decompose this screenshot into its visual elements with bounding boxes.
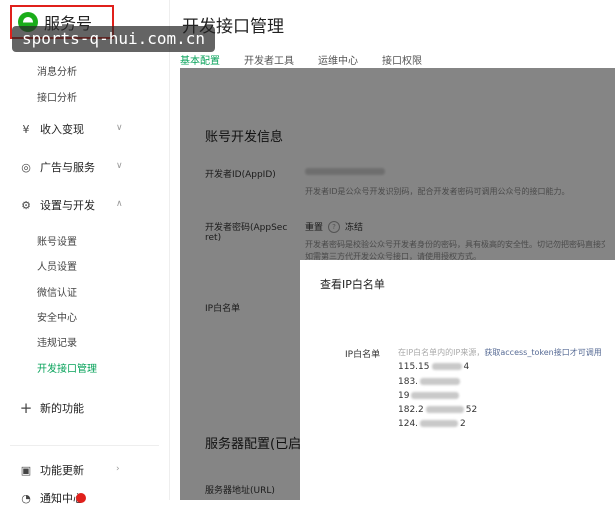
ip-list-item: 183. [398, 377, 462, 387]
sidebar-item-interface-analysis[interactable]: 接口分析 [37, 89, 77, 104]
sidebar-item-notifications[interactable]: ◔ 通知中心 [20, 490, 84, 506]
ip-visible-part: 115.15 [398, 362, 430, 372]
sidebar-group-ads-services[interactable]: ◎ 广告与服务 [20, 159, 95, 175]
sidebar-item-dev-interface-management[interactable]: 开发接口管理 [37, 360, 97, 375]
sidebar-item-violation-records[interactable]: 违规记录 [37, 334, 77, 349]
sidebar-group-label: 设置与开发 [40, 199, 95, 212]
ip-list-item: 115.15 4 [398, 362, 469, 372]
page-title: 开发接口管理 [182, 17, 284, 37]
chevron-down-icon: ∨ [116, 123, 123, 133]
gear-icon: ⚙ [21, 198, 31, 212]
notification-badge [76, 493, 86, 503]
yen-icon: ¥ [22, 122, 30, 136]
access-token-link[interactable]: 获取access_token接口才可调用 [484, 348, 601, 357]
chevron-right-icon: › [116, 464, 120, 474]
ip-visible-part: 4 [463, 362, 470, 372]
plus-icon: + [19, 399, 33, 417]
sidebar: 服务号 消息分析 接口分析 ¥ 收入变现 ∨ ◎ 广告与服务 ∨ ⚙ 设置与开发… [0, 0, 170, 505]
sidebar-group-label: 功能更新 [40, 464, 84, 477]
bell-icon: ◔ [21, 491, 31, 505]
modal-ip-label: IP白名单 [345, 350, 381, 360]
modal-desc-prefix: 在IP白名单内的IP来源， [398, 348, 485, 357]
sidebar-item-feature-update[interactable]: ▣ 功能更新 [20, 462, 84, 478]
sidebar-group-label: 收入变现 [40, 123, 84, 136]
modal-description: 在IP白名单内的IP来源，获取access_token接口才可调用 [398, 347, 602, 358]
sidebar-item-account-settings[interactable]: 账号设置 [37, 233, 77, 248]
ip-visible-part: 52 [465, 405, 478, 415]
modal-title: 查看IP白名单 [320, 278, 385, 291]
sidebar-group-label: 新的功能 [40, 402, 84, 415]
update-icon: ▣ [20, 463, 32, 477]
ip-list-item: 124. 2 [398, 419, 466, 429]
chevron-down-icon: ∨ [116, 161, 123, 171]
ip-visible-part: 183. [398, 377, 419, 387]
sidebar-item-new-feature[interactable]: + 新的功能 [19, 399, 84, 417]
ip-visible-part: 19 [398, 391, 410, 401]
ip-list-item: 182.2 52 [398, 405, 477, 415]
sidebar-item-message-analysis[interactable]: 消息分析 [37, 63, 77, 78]
ip-whitelist-modal: 查看IP白名单 IP白名单 在IP白名单内的IP来源，获取access_toke… [300, 260, 615, 500]
chevron-up-icon: ∧ [116, 199, 123, 209]
sidebar-item-staff-settings[interactable]: 人员设置 [37, 258, 77, 273]
ip-visible-part: 124. [398, 419, 419, 429]
sidebar-item-wechat-verification[interactable]: 微信认证 [37, 284, 77, 299]
sidebar-group-settings-dev[interactable]: ⚙ 设置与开发 [20, 197, 95, 213]
ip-visible-part: 182.2 [398, 405, 424, 415]
sidebar-item-security-center[interactable]: 安全中心 [37, 309, 77, 324]
sidebar-group-label: 广告与服务 [40, 161, 95, 174]
ip-list-item: 19 [398, 391, 461, 401]
ip-visible-part: 2 [460, 419, 466, 429]
compass-icon: ◎ [21, 160, 31, 174]
sidebar-divider [10, 445, 159, 446]
sidebar-group-monetization[interactable]: ¥ 收入变现 [20, 121, 85, 137]
